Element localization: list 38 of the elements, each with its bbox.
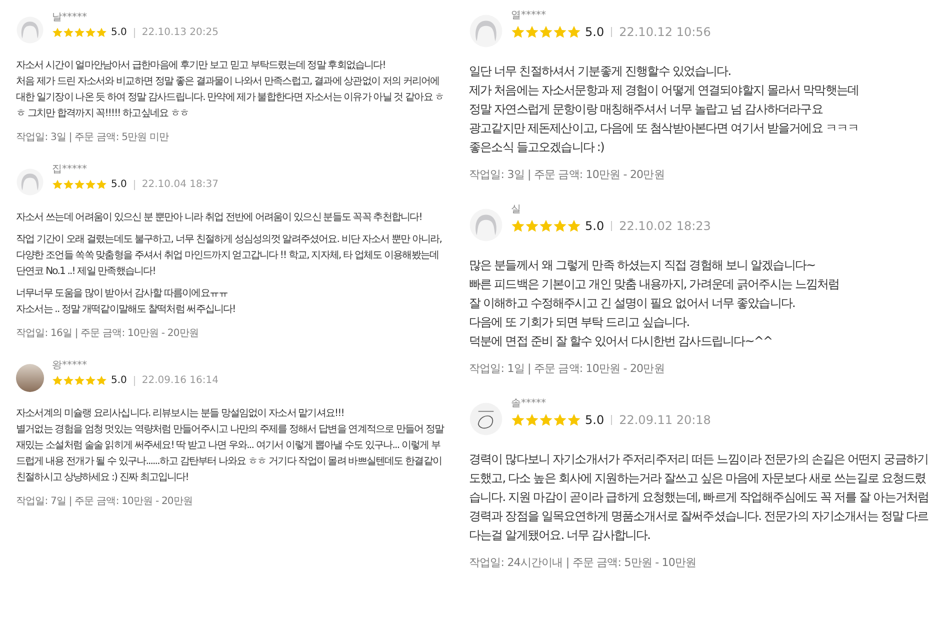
review-date: 22.09.16 16:14 <box>142 375 218 386</box>
order-info: 작업일: 3일 | 주문 금액: 5만원 미만 <box>16 131 170 144</box>
order-info: 작업일: 7일 | 주문 금액: 10만원 - 20만원 <box>16 495 194 508</box>
reviewer-name: 왕***** <box>52 359 88 372</box>
order-info: 작업일: 24시간이내 | 주문 금액: 5만원 - 10만원 <box>469 555 698 570</box>
rating-value: 5.0 <box>585 219 604 233</box>
review-text: 자소서계의 미슐랭 요리사십니다. 리뷰보시는 분들 망설임없이 자소서 맡기셔요!!! 별거없는 경험을 엄청 멋있는 역량처럼 만들어주시고 나만의 주제를 정해서 답변을 연계적으로 만들어 정말 재밌는 소설처럼 술술 읽히게 써주세요! 딱 받고 나면 우와... 여기서 이렇게 뽑아낼 수도 있구나... 이렇게 부드럽게 내용 전개가 될 수 있구나......하고 감탄부터 나와요 ㅎㅎ 거기다 작업이 몰려 바쁘실텐데도 한결같이 친절하시고 상냥하세요 :) 진짜 최고입니다! <box>16 407 446 485</box>
review-text: 많은 분들께서 왜 그렇게 만족 하셨는지 직접 경험해 보니 알겠습니다~ 빠른 피드백은 기본이고 개인 맞춤 내용까지, 가려운데 긁어주시는 느낌처럼 잘 이해하고 수정해주시고 긴 설명이 필요 없어서 너무 좋았습니다. 다음에 또 기회가 되면 부탁 드리고 싶습니다. 덕분에 면접 준비 잘 할수 있어서 다시한번 감사드립니다~^^ <box>469 257 840 350</box>
review-date: 22.10.13 20:25 <box>142 27 218 38</box>
order-info: 작업일: 16일 | 주문 금액: 10만원 - 20만원 <box>16 327 200 340</box>
reviewer-name: 열***** <box>511 9 547 22</box>
review-text: 작업 기간이 오래 걸렸는데도 불구하고, 너무 친절하게 성심성의껏 알려주셨어요. 비단 자소서 뿐만 아니라, 다양한 조언들 쏙쏙 맞춤형을 주셔서 취업 마인드까지 얻고갑니다 !! 학교, 지자체, 타 업체도 이용해봤는데 단연코 No.1 ..! 제일 만족했습니다! <box>16 233 442 279</box>
order-info: 작업일: 1일 | 주문 금액: 10만원 - 20만원 <box>469 361 666 376</box>
avatar-drawing <box>469 402 503 436</box>
reviewer-name: 실 <box>511 203 522 216</box>
review-text: 일단 너무 친절하셔서 기분좋게 진행할수 있었습니다. 제가 처음에는 자소서문항과 제 경험이 어떻게 연결되야할지 몰라서 막막햇는데 정말 자연스럽게 문항이랑 매칭해주셔서 너무 놀랍고 넘 감사하더라구요 광고같지만 제돈제산이고, 다음에 또 첨삭받아본다면 여기서 받을거에요 ㅋㅋㅋ 좋은소식 들고오겠습니다 :) <box>469 63 860 156</box>
photo-placeholder <box>16 364 44 392</box>
avatar-icon <box>469 14 503 48</box>
rating-value: 5.0 <box>585 25 604 39</box>
review-date: 22.10.02 18:23 <box>619 219 711 233</box>
review-text: 자소서 쓰는데 어려움이 있으신 분 뿐만아 니라 취업 전반에 어려움이 있으신 분들도 꼭꼭 추천합니다! <box>16 211 423 225</box>
review-date: 22.09.11 20:18 <box>619 413 711 427</box>
avatar-icon <box>469 208 503 242</box>
review-date: 22.10.04 18:37 <box>142 179 218 190</box>
reviewer-name: 솔***** <box>511 397 547 410</box>
rating-value: 5.0 <box>111 27 127 38</box>
avatar-icon <box>16 16 44 44</box>
order-info: 작업일: 3일 | 주문 금액: 10만원 - 20만원 <box>469 167 666 182</box>
reviewer-name: 집***** <box>52 163 88 176</box>
avatar-icon <box>16 168 44 196</box>
review-text: 경력이 많다보니 자기소개서가 주저리주저리 떠든 느낌이라 전문가의 손길은 어떤지 궁금하기도했고, 다소 높은 회사에 지원하는거라 잘쓰고 싶은 마음에 자문보다 새로 쓰는길로 요청드렸습니다. 지원 마감이 곧이라 급하게 요청했는데, 빠르게 작업해주심에도 꼭 저를 잘 아는거처럼 경력과 장점을 일목요연하게 명품소개서로 잘써주셨습니다. 전문가의 자기소개서는 정말 다르다는걸 알게됐어요. 너무 감사합니다. <box>469 451 930 544</box>
rating-value: 5.0 <box>111 375 127 386</box>
rating-value: 5.0 <box>585 413 604 427</box>
review-text: 자소서 시간이 얼마안남아서 급한마음에 후기만 보고 믿고 부탁드렸는데 정말 후회없습니다! 처음 제가 드린 자소서와 비교하면 정말 좋은 결과물이 나와서 만족스럽고, 결과에 상관없이 저의 커리어에 대한 일기장이 나온 듯 하여 정말 감사드립니다. 만약에 제가 불합한다면 자소서는 이유가 아닐 것 같아요 ㅎㅎ 그치만 합격까지 꼭!!!!! 하고싶네요 ㅎㅎ <box>16 59 445 121</box>
review-text: 너무너무 도움을 많이 받아서 감사할 따름이에요ㅠㅠ 자소서는 .. 정말 개떡같이말해도 찰떡처럼 써주십니다! <box>16 287 236 317</box>
reviewer-name: 날***** <box>52 11 88 24</box>
review-date: 22.10.12 10:56 <box>619 25 711 39</box>
rating-value: 5.0 <box>111 179 127 190</box>
